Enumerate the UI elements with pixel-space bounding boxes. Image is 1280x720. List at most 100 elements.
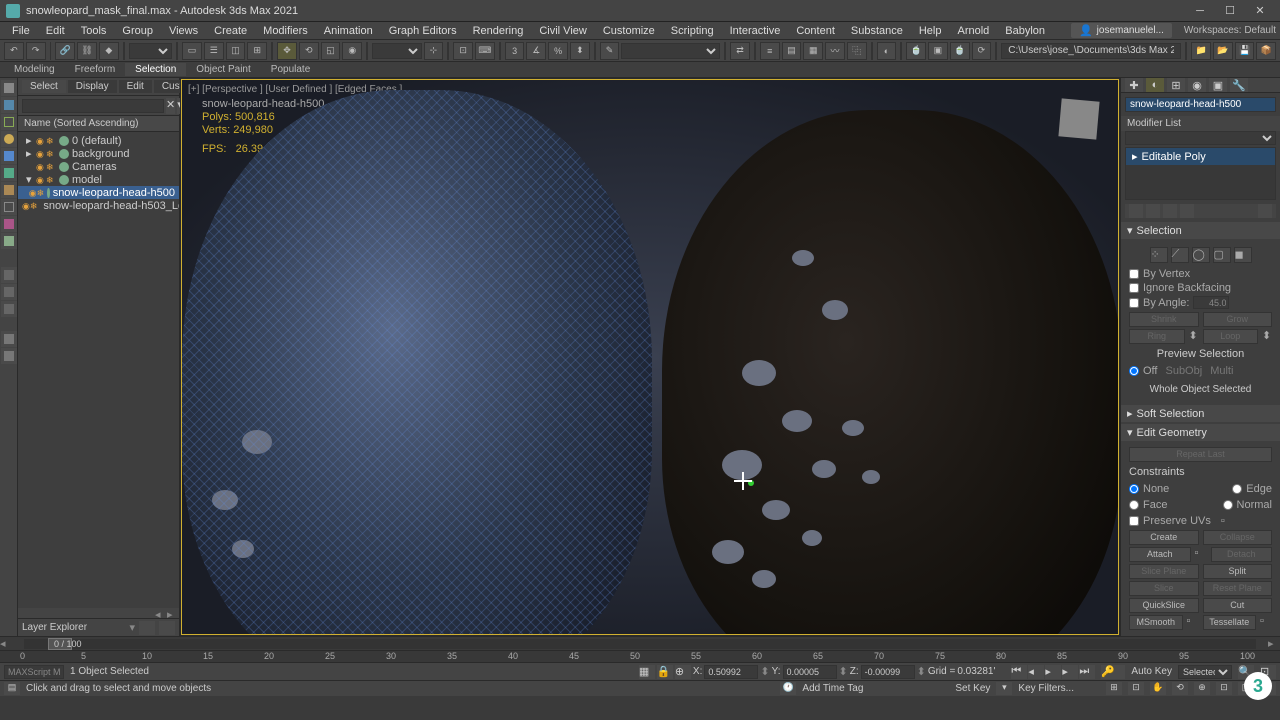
time-slider[interactable]: ◂ 0 / 100 ▸ bbox=[0, 636, 1280, 650]
display-xrefs-icon[interactable] bbox=[1, 216, 17, 232]
ribbon-tab-modeling[interactable]: Modeling bbox=[4, 63, 65, 76]
filter-frozen-icon[interactable] bbox=[1, 284, 17, 300]
attach-button[interactable]: Attach bbox=[1129, 547, 1191, 562]
display-bones-icon[interactable] bbox=[1, 233, 17, 249]
subobj-polygon-icon[interactable]: ▢ bbox=[1213, 247, 1231, 263]
display-groups-icon[interactable] bbox=[1, 199, 17, 215]
utilities-tab-icon[interactable]: 🔧 bbox=[1230, 78, 1248, 92]
nav3-icon[interactable]: ✋ bbox=[1150, 682, 1166, 695]
undo-button[interactable]: ↶ bbox=[4, 42, 24, 60]
nav5-icon[interactable]: ⊕ bbox=[1194, 682, 1210, 695]
redo-button[interactable]: ↷ bbox=[26, 42, 46, 60]
se-search-input[interactable] bbox=[22, 99, 164, 113]
window-crossing-button[interactable]: ⊞ bbox=[247, 42, 267, 60]
constraint-face-radio[interactable]: Face bbox=[1129, 498, 1167, 512]
cut-button[interactable]: Cut bbox=[1203, 598, 1273, 613]
maximize-button[interactable]: ☐ bbox=[1216, 2, 1244, 20]
menu-edit[interactable]: Edit bbox=[38, 23, 73, 39]
open-asset-button[interactable]: 📁 bbox=[1191, 42, 1211, 60]
filter-container-icon[interactable] bbox=[1, 267, 17, 283]
se-column-header[interactable]: Name (Sorted Ascending) bbox=[18, 116, 179, 132]
align-button[interactable]: ≡ bbox=[760, 42, 780, 60]
tree-row[interactable]: ▸◉❄background bbox=[18, 147, 179, 160]
time-ruler[interactable]: 0510152025303540455055606570758085909510… bbox=[0, 650, 1280, 662]
maxscript-listener-field[interactable] bbox=[4, 665, 64, 679]
slice-button[interactable]: Slice bbox=[1129, 581, 1199, 596]
project-path-field[interactable] bbox=[1001, 43, 1181, 59]
save-scene-button[interactable]: 💾 bbox=[1235, 42, 1255, 60]
menu-rendering[interactable]: Rendering bbox=[465, 23, 532, 39]
menu-tools[interactable]: Tools bbox=[73, 23, 115, 39]
sort-icon[interactable] bbox=[1, 331, 17, 347]
z-coord-field[interactable] bbox=[861, 665, 915, 679]
preserve-uvs-checkbox[interactable]: Preserve UVs ▫ bbox=[1129, 514, 1272, 528]
key-filters-icon[interactable]: ▾ bbox=[996, 682, 1012, 695]
display-geometry-icon[interactable] bbox=[1, 97, 17, 113]
display-spacewarps-icon[interactable] bbox=[1, 182, 17, 198]
key-filters-button[interactable]: Key Filters... bbox=[1018, 683, 1074, 694]
constraint-none-radio[interactable]: None bbox=[1129, 482, 1169, 496]
collapse-button[interactable]: Collapse bbox=[1203, 530, 1273, 545]
listener-icon[interactable]: ▤ bbox=[4, 682, 20, 695]
preview-off-radio[interactable]: Off bbox=[1129, 364, 1157, 378]
edit-named-sel-button[interactable]: ✎ bbox=[600, 42, 620, 60]
tree-row[interactable]: ◉❄Cameras bbox=[18, 160, 179, 173]
quickslice-button[interactable]: QuickSlice bbox=[1129, 598, 1199, 613]
set-project-button[interactable]: 📂 bbox=[1213, 42, 1233, 60]
preview-subobj-radio[interactable]: SubObj bbox=[1165, 364, 1202, 378]
selection-lock-icon[interactable]: 🔒 bbox=[657, 665, 673, 679]
loop-button[interactable]: Loop bbox=[1203, 329, 1259, 344]
by-vertex-checkbox[interactable]: By Vertex bbox=[1129, 267, 1272, 281]
ribbon-tab-freeform[interactable]: Freeform bbox=[65, 63, 126, 76]
ring-button[interactable]: Ring bbox=[1129, 329, 1185, 344]
display-shapes-icon[interactable] bbox=[1, 114, 17, 130]
select-region-button[interactable]: ◫ bbox=[226, 42, 246, 60]
bind-button[interactable]: ◆ bbox=[99, 42, 119, 60]
repeat-last-button[interactable]: Repeat Last bbox=[1129, 447, 1272, 462]
render-setup-button[interactable]: 🍵 bbox=[906, 42, 926, 60]
curve-editor-button[interactable]: 〰 bbox=[825, 42, 845, 60]
percent-snap-button[interactable]: % bbox=[548, 42, 568, 60]
workspace-selector[interactable]: Workspaces: Default bbox=[1184, 25, 1276, 36]
rollout-soft-selection-header[interactable]: ▸Soft Selection bbox=[1121, 405, 1280, 422]
create-button[interactable]: Create bbox=[1129, 530, 1199, 545]
goto-start-icon[interactable]: ⏮ bbox=[1011, 665, 1027, 679]
pin-stack-icon[interactable] bbox=[1129, 204, 1143, 218]
select-rotate-button[interactable]: ⟲ bbox=[299, 42, 319, 60]
menu-civil-view[interactable]: Civil View bbox=[531, 23, 594, 39]
next-frame-icon[interactable]: ▸ bbox=[1062, 665, 1078, 679]
subobj-border-icon[interactable]: ◯ bbox=[1192, 247, 1210, 263]
ignore-backfacing-checkbox[interactable]: Ignore Backfacing bbox=[1129, 281, 1272, 295]
menu-animation[interactable]: Animation bbox=[316, 23, 381, 39]
search-icon[interactable] bbox=[1, 348, 17, 364]
se-tab-display[interactable]: Display bbox=[68, 80, 117, 93]
nav4-icon[interactable]: ⟲ bbox=[1172, 682, 1188, 695]
tree-row[interactable]: ▾◉❄model bbox=[18, 173, 179, 186]
prev-frame-icon[interactable]: ◂ bbox=[1028, 665, 1044, 679]
tree-row[interactable]: ◉❄snow-leopard-head-h503_Lowres bbox=[18, 199, 179, 212]
viewcube-icon[interactable] bbox=[1058, 98, 1099, 139]
select-move-button[interactable]: ✥ bbox=[277, 42, 297, 60]
menu-group[interactable]: Group bbox=[114, 23, 161, 39]
tessellate-button[interactable]: Tessellate bbox=[1203, 615, 1257, 630]
nav2-icon[interactable]: ⊡ bbox=[1128, 682, 1144, 695]
display-all-icon[interactable] bbox=[1, 80, 17, 96]
user-badge[interactable]: 👤josemanuelel... bbox=[1071, 23, 1172, 38]
selection-filter-combo[interactable]: All bbox=[129, 43, 173, 59]
absolute-mode-icon[interactable]: ⊕ bbox=[675, 665, 691, 679]
isolate-button[interactable]: ▦ bbox=[639, 665, 655, 679]
layer-explorer-button[interactable]: ▤ bbox=[782, 42, 802, 60]
menu-content[interactable]: Content bbox=[788, 23, 843, 39]
schematic-view-button[interactable]: ⿻ bbox=[847, 42, 867, 60]
modifier-stack[interactable]: ▸Editable Poly bbox=[1125, 147, 1276, 200]
ribbon-tab-object-paint[interactable]: Object Paint bbox=[186, 63, 260, 76]
select-object-button[interactable]: ▭ bbox=[182, 42, 202, 60]
msmooth-button[interactable]: MSmooth bbox=[1129, 615, 1183, 630]
select-place-button[interactable]: ◉ bbox=[342, 42, 362, 60]
time-tag-icon[interactable]: 🕐 bbox=[780, 682, 796, 695]
y-coord-field[interactable] bbox=[783, 665, 837, 679]
se-tab-edit[interactable]: Edit bbox=[119, 80, 152, 93]
nav6-icon[interactable]: ⊡ bbox=[1216, 682, 1232, 695]
mirror-button[interactable]: ⇄ bbox=[730, 42, 750, 60]
nav1-icon[interactable]: ⊞ bbox=[1106, 682, 1122, 695]
